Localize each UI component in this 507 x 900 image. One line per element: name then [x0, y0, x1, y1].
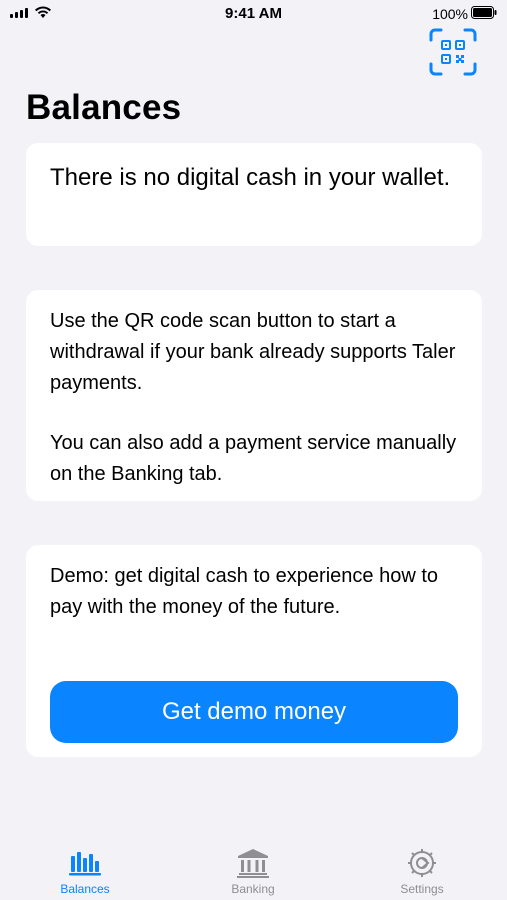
page-title: Balances — [26, 88, 182, 127]
empty-wallet-message: There is no digital cash in your wallet. — [50, 164, 451, 191]
tab-label-settings: Settings — [400, 882, 444, 896]
instructions-card: Use the QR code scan button to start a w… — [26, 290, 482, 501]
battery-percent: 100% — [432, 6, 468, 22]
demo-card: Demo: get digital cash to experience how… — [26, 545, 482, 757]
qr-scan-button[interactable] — [429, 28, 477, 76]
tab-bar: Balances Banking Settings — [0, 838, 507, 900]
chart-bars-icon — [69, 852, 101, 876]
empty-wallet-card: There is no digital cash in your wallet. — [26, 143, 482, 246]
tab-label-balances: Balances — [60, 882, 110, 896]
instructions-text-1: Use the QR code scan button to start a w… — [50, 310, 456, 394]
get-demo-money-button[interactable]: Get demo money — [50, 681, 458, 743]
tab-settings[interactable]: Settings — [362, 838, 482, 900]
demo-text: Demo: get digital cash to experience how… — [50, 565, 438, 618]
qr-code-scan-icon — [429, 28, 477, 76]
tab-balances[interactable]: Balances — [25, 838, 145, 900]
tab-banking[interactable]: Banking — [193, 838, 313, 900]
settings-gear-icon — [408, 849, 436, 877]
status-time: 9:41 AM — [225, 5, 282, 22]
tab-label-banking: Banking — [231, 882, 275, 896]
battery-icon — [471, 6, 497, 19]
status-bar: 9:41 AM 100% — [0, 0, 507, 30]
instructions-text-2: You can also add a payment service manua… — [50, 432, 457, 485]
bank-icon — [237, 849, 269, 878]
